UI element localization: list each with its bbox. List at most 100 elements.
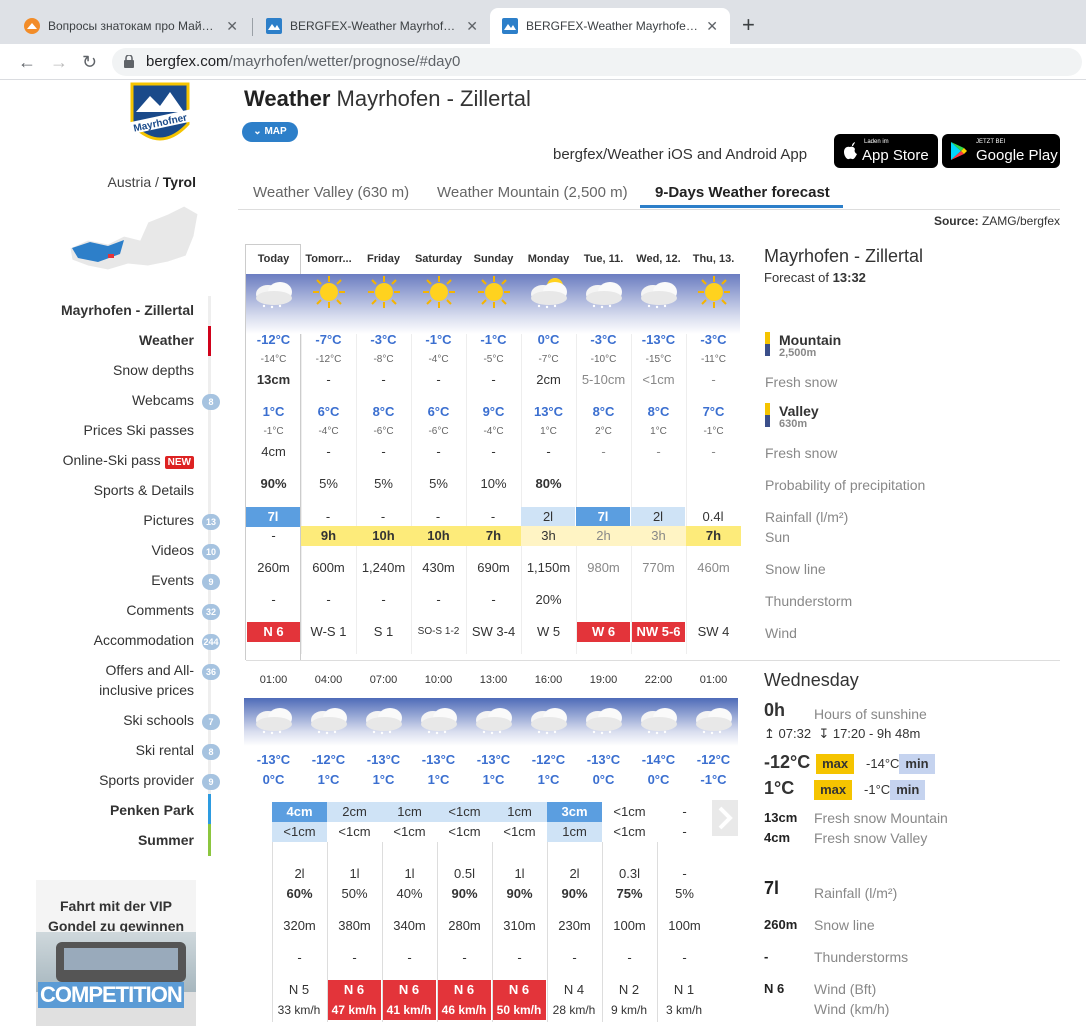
snow-cloud-icon (421, 708, 457, 735)
ski-schools-count-badge: 7 (202, 714, 220, 730)
menu-label: Weather (139, 332, 194, 348)
detail-wind: N 6 (764, 981, 785, 996)
tab-title: BERGFEX-Weather Mayrhofen - Zillertal (290, 19, 458, 33)
menu-item-ski-schools[interactable]: Ski schools (123, 712, 194, 728)
day-header[interactable]: Today (246, 244, 301, 274)
new-tab-button[interactable]: + (742, 14, 755, 36)
app-store-button[interactable]: Laden im App Store (834, 134, 938, 168)
menu-item-webcams[interactable]: Webcams (132, 392, 194, 408)
back-arrow-icon[interactable]: ← (18, 53, 36, 71)
hourly-valley-temp: 1°C (372, 772, 395, 787)
googleplay-text: Google Play (976, 147, 1058, 164)
menu-label: Comments (126, 602, 194, 618)
weather-icon-cell (415, 274, 463, 314)
tab-weather-valley[interactable]: Weather Valley (630 m) (253, 184, 409, 201)
day-header[interactable]: Monday (521, 244, 576, 274)
menu-item-mayrhofen[interactable]: Mayrhofen - Zillertal (61, 302, 194, 318)
menu-item-online-ski-pass[interactable]: Online-Ski pass NEW (62, 452, 194, 469)
mountain-min-temp: -12°C (315, 354, 342, 365)
next-arrow-button[interactable] (712, 800, 738, 836)
menu-item-videos[interactable]: Videos (151, 542, 194, 558)
austria-map[interactable] (68, 200, 200, 280)
day-header[interactable]: Thu, 13. (686, 244, 741, 274)
hourly-rain: 2l (294, 866, 305, 881)
valley-max-temp: 7°C (702, 404, 725, 419)
fresh-snow-label: Fresh snow (765, 374, 838, 390)
sunrise-time: 07:32 (778, 726, 812, 741)
precip-probability: 5% (374, 476, 393, 491)
sun-hours: 9h (301, 526, 356, 546)
wind-value: N 6 (247, 622, 300, 642)
valley-max-temp: 13°C (533, 404, 564, 419)
close-tab-icon[interactable]: ✕ (226, 18, 238, 35)
browser-tab-3-active[interactable]: BERGFEX-Weather Mayrhofen - Zillertal ✕ (490, 8, 730, 44)
detail-mountain-temps: -12°C max -14°C min (764, 752, 935, 774)
forward-arrow-icon[interactable]: → (50, 53, 68, 71)
mayrhofner-logo[interactable]: Mayrhofner (120, 82, 200, 154)
menu-item-snow-depths[interactable]: Snow depths (113, 362, 194, 378)
detail-valley-temps: 1°C max -1°C min (764, 778, 926, 800)
hourly-valley-temp: -1°C (700, 772, 727, 787)
day-header[interactable]: Sunday (466, 244, 521, 274)
thunderstorm-value: - (271, 592, 276, 607)
competition-banner: COMPETITION (38, 982, 184, 1008)
tab-9-days-forecast[interactable]: 9-Days Weather forecast (655, 184, 830, 201)
country-link[interactable]: Austria (108, 174, 152, 190)
hourly-mountain-temp: -13°C (586, 752, 621, 767)
menu-item-sports-provider[interactable]: Sports provider (99, 772, 194, 788)
url-field[interactable]: bergfex.com/mayrhofen/wetter/prognose/#d… (112, 48, 1082, 76)
forecast-time-value: 13:32 (832, 270, 866, 285)
close-tab-icon[interactable]: ✕ (466, 18, 478, 35)
day-header[interactable]: Wed, 12. (631, 244, 686, 274)
valley-max-temp: 8°C (592, 404, 615, 419)
hourly-wind-kmh: 9 km/h (610, 1003, 647, 1017)
menu-item-weather[interactable]: Weather (139, 332, 194, 348)
menu-item-ski-pass-prices[interactable]: Prices Ski passes (84, 422, 194, 438)
mountain-fresh-snow: 2cm (536, 372, 561, 387)
mountain-max-temp: 0°C (537, 332, 560, 347)
forecast-place: Mayrhofen - Zillertal (764, 246, 924, 266)
valley-fresh-snow: 4cm (261, 444, 286, 459)
mountain-min-temp: -11°C (701, 354, 726, 365)
google-play-button[interactable]: JETZT BEI Google Play (942, 134, 1060, 168)
menu-label: Online-Ski pass (62, 452, 161, 468)
menu-item-sports-details[interactable]: Sports & Details (94, 482, 194, 498)
hourly-thunder: - (352, 950, 357, 965)
hourly-mountain-temp: -12°C (531, 752, 566, 767)
hour-label: 01:00 (259, 674, 288, 686)
menu-item-accommodation[interactable]: Accommodation (94, 632, 194, 648)
browser-tab-1[interactable]: Вопросы знатокам про Майрхофен ✕ (12, 8, 250, 44)
hourly-valley-temp: 0°C (592, 772, 615, 787)
valley-max-temp: 8°C (372, 404, 395, 419)
menu-item-penken-park[interactable]: Penken Park (110, 802, 194, 818)
valley-fresh-snow: - (381, 444, 386, 459)
map-button[interactable]: ⌄ MAP (242, 122, 298, 142)
hourly-snow-line: 100m (613, 918, 646, 933)
page-content: Mayrhofner Austria / Tyrol Mayrhofen - Z… (0, 80, 1086, 1026)
hourly-snow-line: 320m (283, 918, 316, 933)
state-link[interactable]: Tyrol (163, 174, 196, 190)
mountain-min-temp: -10°C (590, 354, 617, 365)
close-tab-icon[interactable]: ✕ (706, 18, 718, 35)
menu-item-events[interactable]: Events (151, 572, 194, 588)
menu-item-offers[interactable]: Offers and All-inclusive prices (99, 662, 194, 698)
browser-tab-2[interactable]: BERGFEX-Weather Mayrhofen - Zillertal ✕ (254, 8, 490, 44)
mountain-fresh-snow: 5-10cm (581, 372, 626, 387)
day-header[interactable]: Friday (356, 244, 411, 274)
mountain-min-temp: -5°C (483, 354, 504, 365)
breadcrumb-separator: / (155, 174, 159, 190)
browser-tab-bar: Вопросы знатокам про Майрхофен ✕ BERGFEX… (0, 0, 1086, 44)
reload-icon[interactable]: ↻ (82, 53, 97, 71)
accommodation-count-badge: 244 (202, 634, 220, 650)
day-header[interactable]: Tomorr... (301, 244, 356, 274)
menu-item-comments[interactable]: Comments (126, 602, 194, 618)
menu-item-summer[interactable]: Summer (138, 832, 194, 848)
hourly-mountain-temp: -14°C (641, 752, 676, 767)
tab-weather-mountain[interactable]: Weather Mountain (2,500 m) (437, 184, 628, 201)
gondola-image (36, 932, 196, 1026)
competition-ad[interactable]: Fahrt mit der VIP Gondel zu gewinnen COM… (36, 880, 196, 1026)
menu-item-ski-rental[interactable]: Ski rental (136, 742, 194, 758)
menu-item-pictures[interactable]: Pictures (143, 512, 194, 528)
day-header[interactable]: Saturday (411, 244, 466, 274)
day-header[interactable]: Tue, 11. (576, 244, 631, 274)
